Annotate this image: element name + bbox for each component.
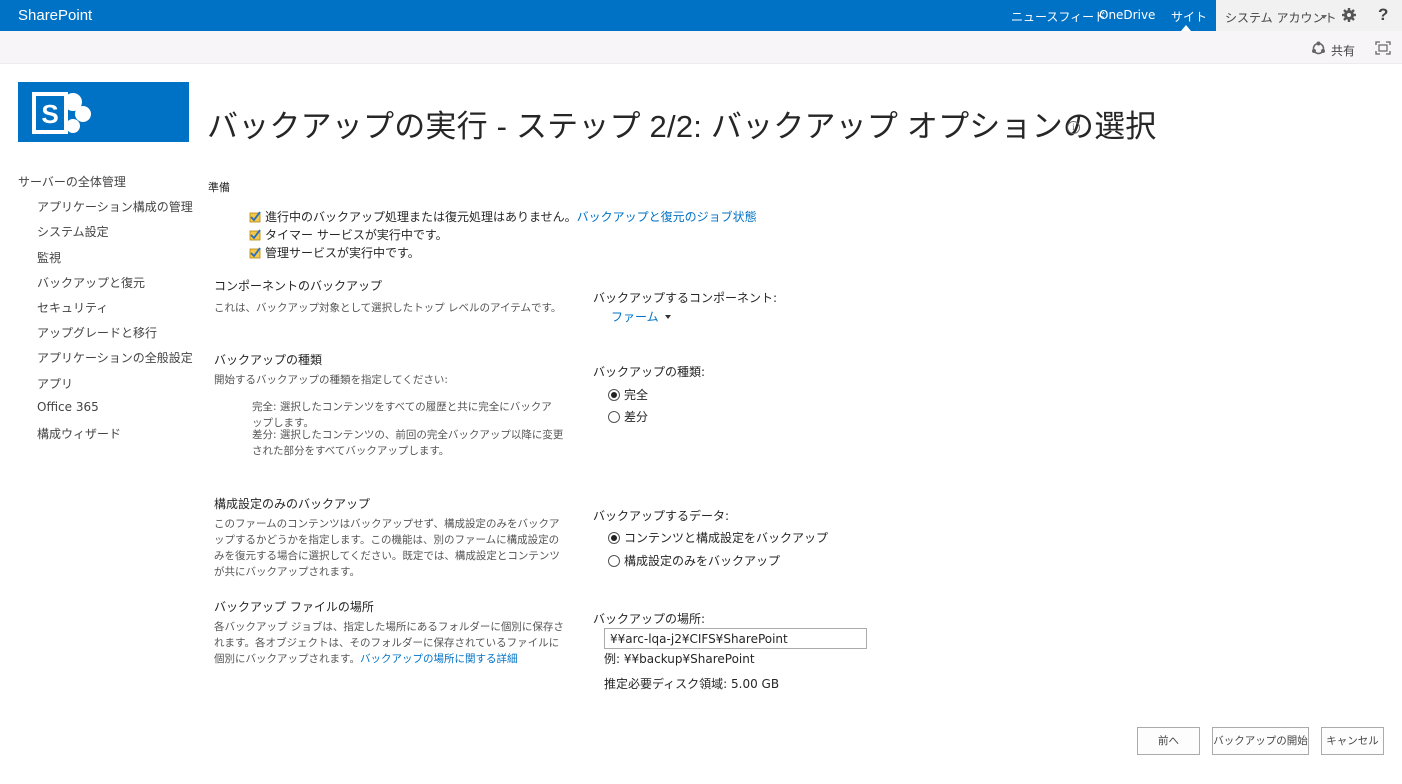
- config-only-option[interactable]: 構成設定のみをバックアップ: [608, 552, 780, 569]
- suite-link-sites[interactable]: サイト: [1171, 8, 1207, 25]
- type-diff-description: 差分: 選択したコンテンツの、前回の完全バックアップ以降に変更された部分をすべて…: [252, 429, 564, 457]
- info-icon[interactable]: i: [1067, 121, 1080, 134]
- cancel-button[interactable]: キャンセル: [1321, 727, 1384, 755]
- brand-link[interactable]: SharePoint: [18, 7, 92, 24]
- nav-item-config-wizards[interactable]: 構成ウィザード: [37, 425, 121, 442]
- prep-text: タイマー サービスが実行中です。: [265, 228, 448, 242]
- type-full-option[interactable]: 完全: [608, 386, 648, 403]
- site-logo[interactable]: S: [18, 82, 189, 142]
- nav-item-system-settings[interactable]: システム設定: [37, 223, 109, 240]
- prep-text: 進行中のバックアップ処理または復元処理はありません。: [265, 210, 577, 224]
- location-heading: バックアップ ファイルの場所: [214, 600, 374, 614]
- type-heading: バックアップの種類: [214, 353, 323, 367]
- config-label: バックアップするデータ:: [593, 509, 730, 523]
- start-backup-button[interactable]: バックアップの開始: [1212, 727, 1309, 755]
- nav-item-office365[interactable]: Office 365: [37, 400, 99, 414]
- type-label: バックアップの種類:: [593, 365, 706, 379]
- component-label: バックアップするコンポーネント:: [593, 291, 778, 305]
- radio-selected[interactable]: [608, 388, 620, 401]
- page-title: バックアップの実行 - ステップ 2/2: バックアップ オプションの選択: [207, 109, 1157, 144]
- nav-item-general-settings[interactable]: アプリケーションの全般設定: [37, 349, 193, 366]
- svg-text:S: S: [41, 99, 58, 129]
- type-diff-option[interactable]: 差分: [608, 408, 648, 425]
- radio-unselected[interactable]: [608, 554, 620, 567]
- location-label: バックアップの場所:: [593, 612, 706, 626]
- radio-unselected[interactable]: [608, 410, 620, 423]
- config-only-label: 構成設定のみをバックアップ: [624, 554, 781, 568]
- gear-icon[interactable]: [1341, 7, 1357, 23]
- nav-central-admin[interactable]: サーバーの全体管理: [18, 173, 126, 190]
- prev-button[interactable]: 前へ: [1137, 727, 1200, 755]
- job-status-link[interactable]: バックアップと復元のジョブ状態: [577, 208, 757, 225]
- account-menu[interactable]: システム アカウント ?: [1216, 0, 1402, 31]
- type-full-label: 完全: [624, 388, 649, 402]
- chevron-down-icon: [664, 314, 671, 319]
- config-content-option[interactable]: コンテンツと構成設定をバックアップ: [608, 529, 828, 546]
- location-input[interactable]: [604, 628, 867, 649]
- location-description: 各バックアップ ジョブは、指定した場所にあるフォルダーに個別に保存されます。各オ…: [214, 619, 568, 667]
- component-heading: コンポーネントのバックアップ: [214, 279, 383, 293]
- help-icon[interactable]: ?: [1378, 5, 1388, 25]
- disk-space-estimate: 推定必要ディスク領域: 5.00 GB: [604, 677, 780, 691]
- config-heading: 構成設定のみのバックアップ: [214, 497, 371, 511]
- component-value[interactable]: ファーム: [611, 308, 659, 325]
- check-icon: [249, 246, 261, 258]
- component-dropdown[interactable]: ファーム: [611, 308, 671, 325]
- config-content-label: コンテンツと構成設定をバックアップ: [624, 531, 829, 545]
- location-example: 例: ¥¥backup¥SharePoint: [604, 652, 755, 666]
- share-icon[interactable]: [1311, 41, 1326, 56]
- nav-item-backup-restore[interactable]: バックアップと復元: [37, 274, 145, 291]
- type-diff-label: 差分: [624, 410, 649, 424]
- prep-heading: 準備: [208, 181, 230, 194]
- prep-line-admin: 管理サービスが実行中です。: [249, 244, 420, 261]
- prep-line-jobs: 進行中のバックアップ処理または復元処理はありません。 バックアップと復元のジョブ…: [249, 208, 757, 225]
- location-info-link[interactable]: バックアップの場所に関する詳細: [360, 653, 518, 665]
- nav-item-app-management[interactable]: アプリケーション構成の管理: [37, 198, 193, 215]
- suite-link-onedrive[interactable]: OneDrive: [1099, 8, 1155, 22]
- suite-link-newsfeed[interactable]: ニュースフィード: [1011, 8, 1106, 25]
- type-description: 開始するバックアップの種類を指定してください:: [214, 374, 448, 386]
- focus-on-content-icon[interactable]: [1375, 41, 1391, 55]
- ribbon-bar: 共有: [0, 31, 1402, 64]
- nav-item-security[interactable]: セキュリティ: [37, 299, 108, 316]
- nav-item-monitoring[interactable]: 監視: [37, 249, 61, 266]
- radio-selected[interactable]: [608, 531, 620, 544]
- account-name[interactable]: システム アカウント: [1225, 9, 1336, 26]
- check-icon: [249, 210, 261, 222]
- nav-item-apps[interactable]: アプリ: [37, 375, 73, 392]
- sharepoint-logo-icon: S: [32, 92, 91, 134]
- check-icon: [249, 228, 261, 240]
- component-description: これは、バックアップ対象として選択したトップ レベルのアイテムです。: [214, 302, 562, 314]
- config-description: このファームのコンテンツはバックアップせず、構成設定のみをバックアップするかどう…: [214, 518, 560, 578]
- nav-item-upgrade-migration[interactable]: アップグレードと移行: [37, 324, 157, 341]
- chevron-down-icon: [1321, 15, 1327, 19]
- prep-line-timer: タイマー サービスが実行中です。: [249, 226, 448, 243]
- share-button[interactable]: 共有: [1331, 42, 1355, 59]
- prep-text: 管理サービスが実行中です。: [265, 246, 420, 260]
- suite-bar: SharePoint ニュースフィード OneDrive サイト システム アカ…: [0, 0, 1402, 31]
